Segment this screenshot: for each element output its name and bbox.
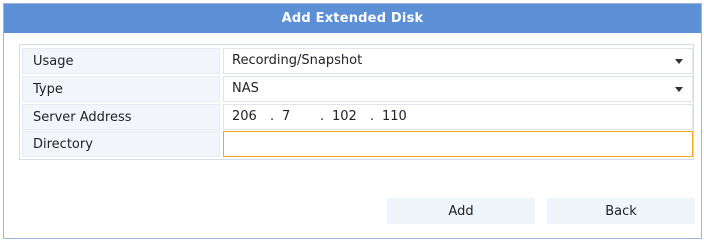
ip-octet-4[interactable]: 110 bbox=[382, 105, 420, 129]
directory-input[interactable] bbox=[223, 131, 693, 157]
directory-row: Directory bbox=[20, 131, 693, 158]
usage-row: Usage Recording/Snapshot bbox=[20, 48, 693, 75]
back-button[interactable]: Back bbox=[547, 198, 695, 224]
server-address-label: Server Address bbox=[22, 104, 220, 130]
ip-octet-1[interactable]: 206 bbox=[232, 105, 270, 129]
usage-label: Usage bbox=[22, 48, 220, 74]
server-address-row: Server Address 206 . 7 . 102 . 110 bbox=[20, 104, 693, 131]
ip-octet-3[interactable]: 102 bbox=[332, 105, 370, 129]
server-address-input[interactable]: 206 . 7 . 102 . 110 bbox=[223, 104, 693, 130]
type-select[interactable]: NAS bbox=[223, 76, 693, 102]
ip-dot: . bbox=[370, 109, 375, 124]
ip-octet-2[interactable]: 7 bbox=[282, 105, 320, 129]
type-value: NAS bbox=[232, 81, 259, 96]
type-row: Type NAS bbox=[20, 76, 693, 103]
add-button[interactable]: Add bbox=[387, 198, 535, 224]
directory-label: Directory bbox=[22, 131, 220, 157]
usage-value: Recording/Snapshot bbox=[232, 53, 363, 68]
ip-dot: . bbox=[270, 109, 275, 124]
type-label: Type bbox=[22, 76, 220, 102]
usage-select[interactable]: Recording/Snapshot bbox=[223, 48, 693, 74]
dialog-title: Add Extended Disk bbox=[4, 4, 701, 33]
disk-form: Usage Recording/Snapshot Type NAS Server… bbox=[19, 44, 694, 160]
ip-dot: . bbox=[320, 109, 325, 124]
add-extended-disk-dialog: Add Extended Disk Usage Recording/Snapsh… bbox=[3, 3, 702, 239]
